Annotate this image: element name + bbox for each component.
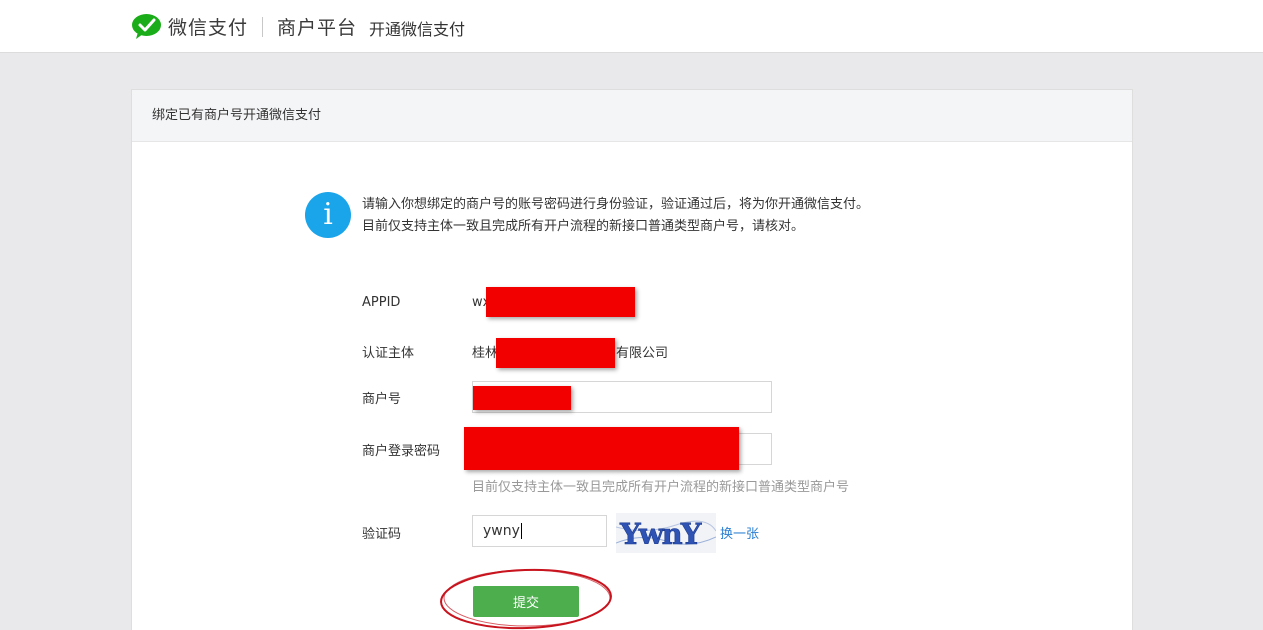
captcha-image[interactable]: YwnY: [616, 513, 716, 553]
password-label: 商户登录密码: [362, 444, 441, 459]
page-subtitle: 开通微信支付: [369, 20, 466, 39]
entity-redaction: [496, 338, 615, 368]
captcha-image-text: YwnY: [619, 517, 702, 551]
wechat-pay-logo-icon: [132, 14, 161, 39]
notice-line-2: 目前仅支持主体一致且完成所有开户流程的新接口普通类型商户号，请核对。: [362, 219, 805, 234]
captcha-label: 验证码: [362, 527, 402, 542]
entity-value-suffix: 有限公司: [616, 346, 669, 361]
header-divider: [262, 16, 264, 37]
info-icon: i: [305, 192, 351, 238]
logo[interactable]: 微信支付 商户平台 开通微信支付: [131, 13, 465, 40]
captcha-graphic: YwnY: [616, 517, 716, 551]
merchant-id-redaction: [473, 386, 571, 410]
appid-redaction: [486, 287, 635, 317]
entity-value-prefix: 桂林: [472, 346, 499, 361]
text-caret: [520, 523, 522, 539]
bind-merchant-panel: 绑定已有商户号开通微信支付 i 请输入你想绑定的商户号的账号密码进行身份验证，验…: [131, 89, 1133, 630]
notice-line-1: 请输入你想绑定的商户号的账号密码进行身份验证，验证通过后，将为你开通微信支付。: [362, 197, 870, 212]
entity-label: 认证主体: [362, 346, 415, 361]
platform-name: 商户平台: [277, 17, 358, 39]
captcha-input-value: ywny: [483, 523, 520, 539]
panel-title: 绑定已有商户号开通微信支付: [132, 90, 1132, 142]
appid-label: APPID: [362, 295, 401, 310]
password-redaction: [464, 427, 739, 470]
merchant-id-label: 商户号: [362, 392, 402, 407]
submit-button[interactable]: 提交: [473, 586, 579, 617]
brand-name: 微信支付: [168, 17, 249, 39]
password-hint: 目前仅支持主体一致且完成所有开户流程的新接口普通类型商户号: [472, 480, 850, 495]
captcha-input[interactable]: ywny: [472, 515, 607, 547]
refresh-captcha-link[interactable]: 换一张: [720, 523, 759, 542]
top-bar: 微信支付 商户平台 开通微信支付: [0, 0, 1263, 53]
